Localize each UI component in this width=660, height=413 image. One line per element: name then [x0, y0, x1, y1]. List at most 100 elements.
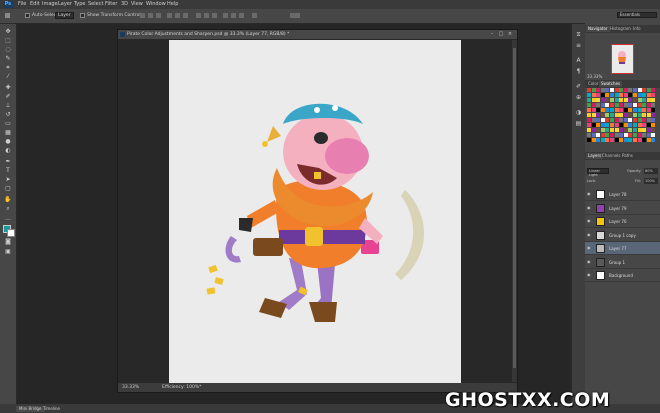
color-swatch[interactable] [605, 108, 610, 112]
color-swatch[interactable] [614, 103, 619, 107]
color-swatch[interactable] [646, 133, 651, 137]
layer-row[interactable]: ◉ Layer 76 [585, 215, 660, 228]
color-swatch[interactable] [633, 133, 637, 137]
auto-select-dropdown[interactable]: Layer [55, 12, 74, 19]
color-swatch[interactable] [591, 88, 596, 92]
tab-info[interactable]: Info [631, 26, 643, 32]
color-swatch[interactable] [600, 118, 605, 122]
color-swatch[interactable] [587, 133, 591, 137]
styles-panel-icon[interactable]: ▤ [575, 121, 582, 127]
color-swatch[interactable] [605, 138, 610, 142]
color-swatch[interactable] [623, 123, 628, 127]
color-swatch[interactable] [628, 138, 633, 142]
visibility-eye-icon[interactable]: ◉ [587, 205, 591, 210]
color-swatch[interactable] [605, 113, 610, 117]
distribute-top-icon[interactable] [196, 13, 201, 18]
color-swatch[interactable] [642, 103, 647, 107]
color-swatch[interactable] [633, 118, 637, 122]
color-swatch[interactable] [591, 138, 596, 142]
healing-brush-tool-icon[interactable]: ✚ [4, 84, 12, 91]
color-swatch[interactable] [605, 128, 610, 132]
color-swatch[interactable] [600, 138, 605, 142]
color-swatch[interactable] [651, 133, 656, 137]
color-swatch[interactable] [633, 123, 637, 127]
pen-tool-icon[interactable]: ✒ [4, 158, 12, 165]
history-brush-tool-icon[interactable]: ↺ [4, 111, 12, 118]
color-swatch[interactable] [587, 93, 591, 97]
color-swatch[interactable] [637, 113, 642, 117]
dodge-tool-icon[interactable]: ◐ [4, 147, 12, 154]
color-swatch[interactable] [646, 128, 651, 132]
adjustments-panel-icon[interactable]: ◑ [575, 110, 582, 116]
align-top-icon[interactable] [140, 13, 145, 18]
color-swatch[interactable] [642, 98, 647, 102]
color-swatch[interactable] [610, 128, 614, 132]
color-swatch[interactable] [637, 128, 642, 132]
color-swatch[interactable] [587, 128, 591, 132]
color-swatch[interactable] [633, 108, 637, 112]
color-swatch[interactable] [610, 93, 614, 97]
navigator-zoom[interactable]: 33.33% [587, 74, 602, 79]
color-swatch[interactable] [642, 88, 647, 92]
color-swatch[interactable] [587, 108, 591, 112]
3d-mode-icon[interactable] [290, 13, 300, 18]
quick-mask-icon[interactable]: ◙ [4, 238, 12, 245]
color-swatch[interactable] [610, 98, 614, 102]
color-swatch[interactable] [591, 123, 596, 127]
menu-image[interactable]: Image [42, 1, 58, 8]
color-swatch[interactable] [646, 93, 651, 97]
color-swatch[interactable] [614, 113, 619, 117]
visibility-eye-icon[interactable]: ◉ [587, 232, 591, 237]
color-swatch[interactable] [651, 93, 656, 97]
distribute-left-icon[interactable] [223, 13, 228, 18]
color-swatch[interactable] [614, 128, 619, 132]
color-swatch[interactable] [623, 108, 628, 112]
menu-type[interactable]: Type [74, 1, 85, 8]
color-swatch[interactable] [600, 88, 605, 92]
align-bottom-icon[interactable] [156, 13, 161, 18]
color-swatch[interactable] [605, 93, 610, 97]
color-swatch[interactable] [651, 103, 656, 107]
color-swatch[interactable] [642, 128, 647, 132]
color-swatch[interactable] [637, 118, 642, 122]
color-swatch[interactable] [646, 98, 651, 102]
color-swatch[interactable] [628, 133, 633, 137]
color-swatch[interactable] [614, 138, 619, 142]
menu-help[interactable]: Help [167, 1, 178, 8]
marquee-tool-icon[interactable]: ⬚ [4, 37, 12, 44]
color-swatch[interactable] [619, 88, 624, 92]
visibility-eye-icon[interactable]: ◉ [587, 219, 591, 223]
color-swatch[interactable] [587, 113, 591, 117]
tab-navigator[interactable]: Navigator [586, 26, 610, 32]
clone-source-panel-icon[interactable]: ⊕ [575, 95, 582, 101]
color-swatch[interactable] [623, 133, 628, 137]
color-swatch[interactable] [633, 138, 637, 142]
color-swatch[interactable] [600, 133, 605, 137]
fill-field[interactable]: 100% [644, 178, 658, 184]
color-swatch[interactable] [646, 108, 651, 112]
tab-timeline[interactable]: Timeline [40, 406, 63, 412]
color-swatch[interactable] [623, 128, 628, 132]
distribute-center-icon[interactable] [231, 13, 236, 18]
hand-tool-icon[interactable]: ✋ [4, 196, 12, 203]
menu-file[interactable]: File [18, 1, 26, 8]
color-swatch[interactable] [642, 108, 647, 112]
minimize-icon[interactable]: – [489, 31, 495, 37]
color-swatch[interactable] [614, 108, 619, 112]
menu-view[interactable]: View [131, 1, 143, 8]
shape-tool-icon[interactable]: ▢ [4, 185, 12, 192]
color-swatch[interactable] [610, 138, 614, 142]
properties-panel-icon[interactable]: ≡ [575, 43, 582, 49]
color-swatch[interactable] [633, 103, 637, 107]
color-swatch[interactable] [619, 93, 624, 97]
zoom-level[interactable]: 33.33% [122, 384, 139, 391]
show-transform-checkbox[interactable] [80, 13, 85, 18]
move-tool-icon[interactable]: ✥ [4, 28, 12, 35]
close-icon[interactable]: × [507, 31, 513, 37]
color-swatch[interactable] [646, 88, 651, 92]
auto-align-icon[interactable] [252, 13, 257, 18]
color-swatch[interactable] [637, 93, 642, 97]
color-swatch[interactable] [587, 138, 591, 142]
color-swatch[interactable] [600, 123, 605, 127]
color-swatch[interactable] [605, 103, 610, 107]
